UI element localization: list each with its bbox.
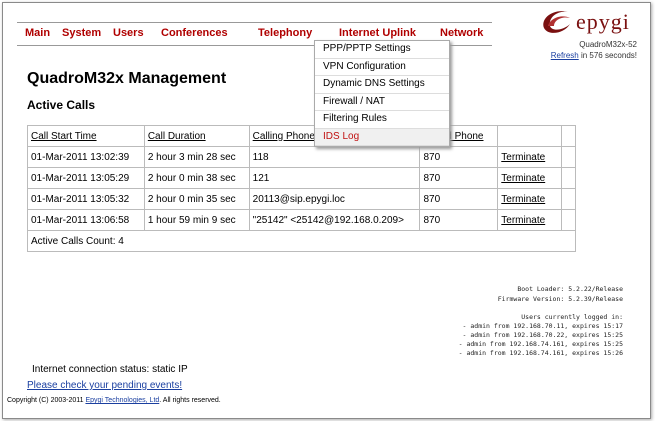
cell-start-time: 01-Mar-2011 13:02:39 <box>27 146 145 168</box>
brand-logo-text: epygi <box>576 9 630 34</box>
cell-duration: 1 hour 59 min 9 sec <box>143 209 250 231</box>
logged-in-user: - admin from 192.168.74.161, expires 15:… <box>458 349 623 357</box>
menu-item-ppp-pptp[interactable]: PPP/PPTP Settings <box>315 41 449 59</box>
page-title: QuadroM32x Management <box>27 70 227 87</box>
col-header-start-time[interactable]: Call Start Time <box>27 125 145 147</box>
cell-calling-phone: 118 <box>248 146 421 168</box>
epygi-link[interactable]: Epygi Technologies, Ltd <box>85 397 159 404</box>
menu-item-ids-log[interactable]: IDS Log <box>315 128 449 146</box>
menu-item-firewall-nat[interactable]: Firewall / NAT <box>315 94 449 111</box>
table-header-row: Call Start Time Call Duration Calling Ph… <box>27 125 576 147</box>
pending-events-link[interactable]: Please check your pending events! <box>27 380 182 391</box>
cell-called-phone: 870 <box>419 167 499 189</box>
logged-in-user: - admin from 192.168.70.22, expires 15:2… <box>462 331 623 339</box>
cell-action: Terminate <box>497 188 563 210</box>
cell-called-phone: 870 <box>419 146 499 168</box>
copyright: Copyright (C) 2003-2011 Epygi Technologi… <box>7 397 221 404</box>
cell-duration: 2 hour 0 min 38 sec <box>143 167 250 189</box>
nav-main[interactable]: Main <box>25 27 50 39</box>
cell-extra <box>561 209 576 231</box>
refresh-notice: Refresh in 576 seconds! <box>551 51 637 60</box>
table-row: 01-Mar-2011 13:05:32 2 hour 0 min 35 sec… <box>27 188 576 210</box>
terminate-link[interactable]: Terminate <box>501 215 545 226</box>
menu-item-vpn[interactable]: VPN Configuration <box>315 59 449 76</box>
internet-uplink-dropdown: PPP/PPTP Settings VPN Configuration Dyna… <box>314 40 450 147</box>
connection-status: Internet connection status: static IP <box>32 364 188 375</box>
logged-in-user: - admin from 192.168.70.11, expires 15:1… <box>462 322 623 330</box>
nav-conferences[interactable]: Conferences <box>161 27 228 39</box>
table-row: 01-Mar-2011 13:06:58 1 hour 59 min 9 sec… <box>27 209 576 231</box>
cell-duration: 2 hour 0 min 35 sec <box>143 188 250 210</box>
terminate-link[interactable]: Terminate <box>501 173 545 184</box>
section-title: Active Calls <box>27 98 96 112</box>
refresh-countdown: in 576 seconds! <box>578 51 637 60</box>
nav-internet-uplink[interactable]: Internet Uplink <box>339 27 416 39</box>
col-header-duration[interactable]: Call Duration <box>143 125 250 147</box>
boot-loader-version: Boot Loader: 5.2.22/Release <box>517 285 623 293</box>
refresh-link[interactable]: Refresh <box>551 51 579 60</box>
menu-item-filtering-rules[interactable]: Filtering Rules <box>315 111 449 129</box>
table-row: 01-Mar-2011 13:02:39 2 hour 3 min 28 sec… <box>27 146 576 168</box>
copyright-suffix: . All rights reserved. <box>159 397 221 404</box>
logged-in-user: - admin from 192.168.74.161, expires 15:… <box>458 340 623 348</box>
table-row: 01-Mar-2011 13:05:29 2 hour 0 min 38 sec… <box>27 167 576 189</box>
cell-start-time: 01-Mar-2011 13:05:29 <box>27 167 145 189</box>
cell-action: Terminate <box>497 146 563 168</box>
nav-system[interactable]: System <box>62 27 101 39</box>
active-calls-table: Call Start Time Call Duration Calling Ph… <box>27 125 576 252</box>
menu-item-dynamic-dns[interactable]: Dynamic DNS Settings <box>315 76 449 94</box>
users-logged-in-header: Users currently logged in: <box>521 313 623 321</box>
col-header-action <box>497 125 563 147</box>
nav-network[interactable]: Network <box>440 27 483 39</box>
terminate-link[interactable]: Terminate <box>501 194 545 205</box>
firmware-version: Firmware Version: 5.2.39/Release <box>497 295 623 303</box>
calls-count-row: Active Calls Count: 4 <box>27 230 576 252</box>
cell-calling-phone: 20113@sip.epygi.loc <box>248 188 421 210</box>
cell-calling-phone: "25142" <25142@192.168.0.209> <box>248 209 421 231</box>
nav-telephony[interactable]: Telephony <box>258 27 312 39</box>
cell-extra <box>561 167 576 189</box>
cell-extra <box>561 188 576 210</box>
cell-called-phone: 870 <box>419 209 499 231</box>
terminate-link[interactable]: Terminate <box>501 152 545 163</box>
cell-calling-phone: 121 <box>248 167 421 189</box>
cell-extra <box>561 146 576 168</box>
cell-action: Terminate <box>497 209 563 231</box>
active-calls-count: Active Calls Count: 4 <box>27 230 576 252</box>
cell-action: Terminate <box>497 167 563 189</box>
device-model: QuadroM32x-52 <box>579 40 637 49</box>
cell-start-time: 01-Mar-2011 13:05:32 <box>27 188 145 210</box>
cell-called-phone: 870 <box>419 188 499 210</box>
cell-start-time: 01-Mar-2011 13:06:58 <box>27 209 145 231</box>
copyright-prefix: Copyright (C) 2003-2011 <box>7 397 86 404</box>
cell-duration: 2 hour 3 min 28 sec <box>143 146 250 168</box>
col-header-extra <box>561 125 576 147</box>
nav-users[interactable]: Users <box>113 27 144 39</box>
